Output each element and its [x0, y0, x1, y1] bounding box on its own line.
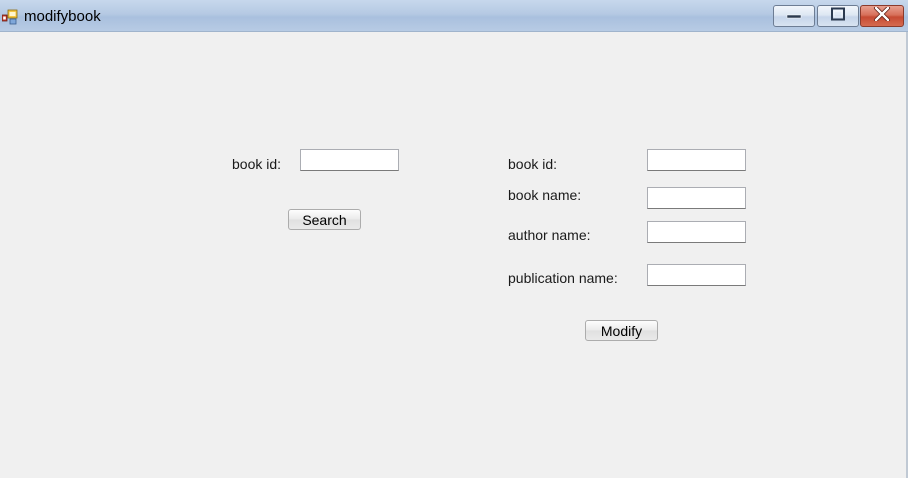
author-name-label: author name:	[508, 227, 591, 243]
window-title: modifybook	[24, 8, 101, 25]
modifybook-window: modifybook book id: Search book id: book…	[0, 0, 908, 478]
publication-name-input[interactable]	[647, 264, 746, 286]
maximize-button[interactable]	[817, 5, 859, 27]
book-id-input[interactable]	[647, 149, 746, 171]
close-icon	[873, 5, 891, 26]
modify-button[interactable]: Modify	[585, 320, 658, 341]
title-bar[interactable]: modifybook	[0, 0, 908, 32]
book-name-label: book name:	[508, 187, 582, 203]
book-id-label: book id:	[508, 156, 558, 172]
publication-name-label: publication name:	[508, 270, 618, 286]
author-name-input[interactable]	[647, 221, 746, 243]
search-button[interactable]: Search	[288, 209, 361, 230]
search-book-id-label: book id:	[232, 156, 282, 172]
search-book-id-input[interactable]	[300, 149, 399, 171]
form-app-icon[interactable]	[1, 9, 18, 25]
minimize-icon	[786, 7, 802, 25]
maximize-icon	[830, 7, 846, 26]
minimize-button[interactable]	[773, 5, 815, 27]
close-button[interactable]	[860, 5, 904, 27]
book-name-input[interactable]	[647, 187, 746, 209]
